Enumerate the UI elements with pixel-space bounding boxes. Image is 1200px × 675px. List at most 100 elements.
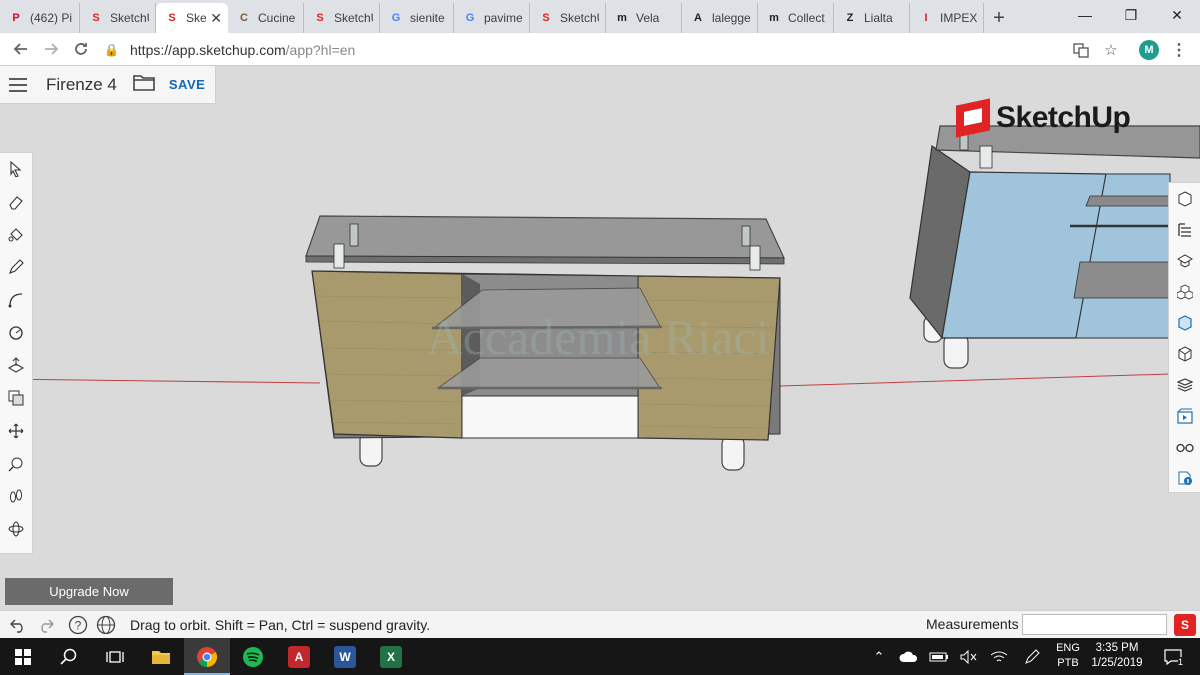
task-view-button[interactable]	[92, 638, 138, 675]
browser-tab[interactable]: I IMPEX	[910, 3, 984, 33]
walk-tool-icon[interactable]	[0, 480, 32, 513]
entity-info-icon[interactable]	[1169, 183, 1200, 214]
reload-button[interactable]	[66, 34, 96, 64]
status-hint: Drag to orbit. Shift = Pan, Ctrl = suspe…	[130, 616, 431, 633]
windows-taskbar: A W X ⌃ ENG PTB 3:35 PM 1/25/2019 1	[0, 638, 1200, 675]
select-tool-icon[interactable]	[0, 153, 32, 186]
open-folder-button[interactable]	[133, 73, 155, 96]
tab-favicon-icon: Z	[846, 12, 854, 24]
layers-icon[interactable]	[1169, 369, 1200, 400]
pencil-tool-icon[interactable]	[0, 251, 32, 284]
file-bar: Firenze 4 SAVE	[0, 66, 216, 104]
redo-icon[interactable]	[32, 611, 60, 639]
tab-favicon-icon: m	[617, 12, 627, 24]
sketchup-viewport[interactable]: Accademia Riaci SketchUp Firenze 4 SAVE …	[0, 66, 1200, 610]
browser-tab[interactable]: m Collect	[758, 3, 834, 33]
new-tab-button[interactable]: +	[984, 3, 1014, 33]
close-tab-icon[interactable]: ✕	[210, 10, 222, 27]
browser-tab[interactable]: Gpavime	[454, 3, 530, 33]
project-title: Firenze 4	[46, 74, 117, 94]
browser-tab[interactable]: S SketchU	[530, 3, 606, 33]
browser-tab[interactable]: S Ske ✕	[156, 3, 228, 33]
input-language[interactable]: ENG PTB	[1052, 641, 1084, 671]
menu-button[interactable]	[0, 66, 36, 104]
autocad-button[interactable]: A	[276, 638, 322, 675]
model-canvas[interactable]: Accademia Riaci	[0, 66, 1200, 610]
word-button[interactable]: W	[322, 638, 368, 675]
tab-title: SketchU	[560, 11, 599, 25]
url-field[interactable]: 🔒 https://app.sketchup.com/app?hl=en	[104, 37, 1068, 62]
search-button[interactable]	[46, 638, 92, 675]
close-window-button[interactable]: ✕	[1154, 0, 1200, 30]
browser-tab[interactable]: m Vela	[606, 3, 682, 33]
wifi-icon[interactable]	[986, 638, 1012, 675]
cabinet-leg	[943, 333, 969, 369]
components-icon[interactable]	[1169, 276, 1200, 307]
browser-tab[interactable]: Z Lialta	[834, 3, 910, 33]
browser-tab[interactable]: Gsienite	[380, 3, 454, 33]
browser-tab-strip: P(462) PiSSketchUSSke✕CCucineSSketchUGsi…	[0, 0, 1200, 33]
help-icon[interactable]: ?	[64, 611, 92, 639]
tray-chevron-icon[interactable]: ⌃	[868, 638, 890, 675]
circle-tool-icon[interactable]	[0, 316, 32, 349]
clock-time: 3:35 PM	[1095, 642, 1139, 654]
materials-icon[interactable]	[1169, 307, 1200, 338]
clock-date: 1/25/2019	[1091, 657, 1143, 669]
undo-icon[interactable]	[4, 611, 32, 639]
back-button[interactable]	[6, 34, 36, 64]
avatar-letter: M	[1139, 40, 1159, 60]
scenes-icon[interactable]	[1169, 400, 1200, 431]
address-bar: 🔒 https://app.sketchup.com/app?hl=en ☆ M…	[0, 33, 1200, 66]
translate-icon[interactable]	[1068, 37, 1094, 63]
spotify-button[interactable]	[230, 638, 276, 675]
browser-menu-icon[interactable]: ⋮	[1166, 37, 1192, 63]
start-button[interactable]	[0, 638, 46, 675]
display-icon[interactable]	[1169, 431, 1200, 462]
second-cabinet-model[interactable]	[909, 125, 1200, 369]
browser-tab[interactable]: Alalegge	[682, 3, 758, 33]
tape-measure-tool-icon[interactable]	[0, 447, 32, 480]
save-button[interactable]: SAVE	[169, 77, 205, 92]
back-arrow-icon	[13, 43, 27, 55]
styles-icon[interactable]	[1169, 338, 1200, 369]
tab-favicon-icon: I	[924, 12, 928, 24]
tab-title: SketchU	[110, 11, 149, 25]
tab-title: Cucine	[258, 11, 296, 25]
excel-button[interactable]: X	[368, 638, 414, 675]
autocad-icon: A	[288, 645, 310, 668]
action-center-button[interactable]: 1	[1158, 638, 1188, 675]
browser-tab[interactable]: C Cucine	[228, 3, 304, 33]
measurements-input[interactable]	[1022, 614, 1167, 635]
offset-tool-icon[interactable]	[0, 382, 32, 415]
bookmark-star-icon[interactable]: ☆	[1098, 37, 1124, 63]
minimize-button[interactable]: —	[1062, 0, 1108, 30]
move-tool-icon[interactable]	[0, 415, 32, 448]
pen-icon[interactable]	[1018, 638, 1046, 675]
model-info-icon[interactable]	[1169, 462, 1200, 493]
eraser-tool-icon[interactable]	[0, 186, 32, 219]
forward-button[interactable]	[36, 34, 66, 64]
file-explorer-button[interactable]	[138, 638, 184, 675]
browser-tab[interactable]: S SketchU	[304, 3, 380, 33]
upgrade-now-button[interactable]: Upgrade Now	[5, 578, 173, 605]
arc-tool-icon[interactable]	[0, 284, 32, 317]
instructor-icon[interactable]	[1169, 245, 1200, 276]
battery-icon[interactable]	[926, 638, 952, 675]
red-axis-left	[0, 378, 321, 384]
globe-icon[interactable]	[92, 611, 120, 639]
paint-bucket-tool-icon[interactable]	[0, 218, 32, 251]
tab-favicon-icon: G	[391, 12, 401, 24]
outliner-icon[interactable]	[1169, 214, 1200, 245]
onedrive-icon[interactable]	[896, 638, 922, 675]
orbit-tool-icon[interactable]	[0, 513, 32, 546]
push-pull-tool-icon[interactable]	[0, 349, 32, 382]
url-host: https://app.sketchup.com	[130, 41, 286, 58]
browser-tab[interactable]: P (462) Pi	[0, 3, 80, 33]
chrome-button[interactable]	[184, 638, 230, 675]
system-clock[interactable]: 3:35 PM 1/25/2019	[1086, 641, 1148, 671]
volume-muted-icon[interactable]	[956, 638, 982, 675]
profile-avatar[interactable]: M	[1136, 37, 1162, 63]
restore-button[interactable]: ❐	[1108, 0, 1154, 30]
browser-tab[interactable]: S SketchU	[80, 3, 156, 33]
tab-favicon-icon: A	[694, 12, 702, 24]
